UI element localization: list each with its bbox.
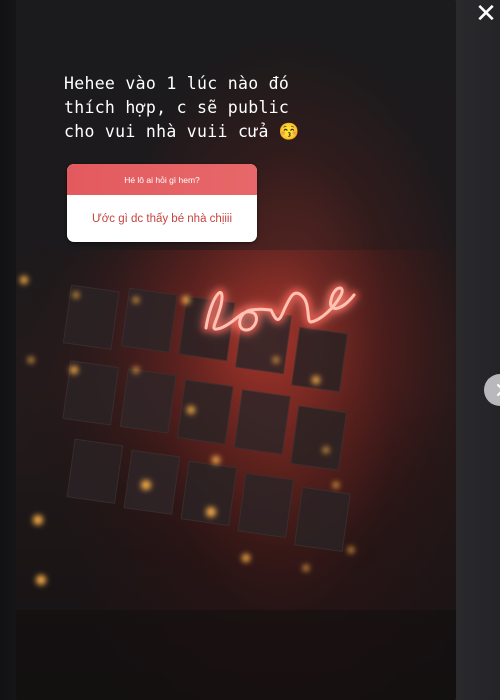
story-frame: Hehee vào 1 lúc nào đó thích hợp, c sẽ p… (16, 0, 456, 700)
question-sticker-prompt: Hé lô ai hỏi gì hem? (124, 174, 200, 185)
question-sticker-answer: Ước gì dc thấy bé nhà chịiii (91, 212, 233, 225)
question-sticker-header: Hé lô ai hỏi gì hem? (67, 164, 257, 195)
question-sticker[interactable]: Hé lô ai hỏi gì hem? Ước gì dc thấy bé n… (67, 164, 257, 242)
story-photo (16, 250, 456, 700)
story-caption: Hehee vào 1 lúc nào đó thích hợp, c sẽ p… (64, 74, 300, 141)
close-icon[interactable]: ✕ (472, 0, 500, 28)
question-sticker-body: Ước gì dc thấy bé nhà chịiii (67, 195, 257, 242)
chevron-right-glyph (497, 384, 500, 396)
photo-floor-shadow (16, 610, 456, 700)
